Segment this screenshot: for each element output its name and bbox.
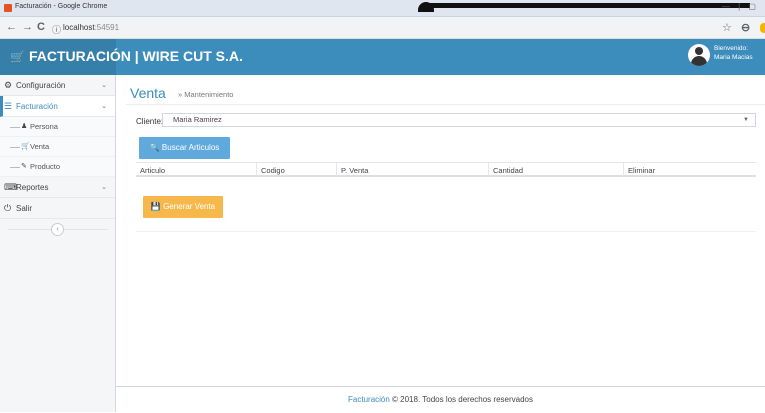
user-name: Maria Macias xyxy=(714,54,753,61)
bookmark-star-icon[interactable]: ☆ xyxy=(722,21,732,34)
browser-addressbar: ← → C ⓘ localhost:54591 ☆ ⊖ xyxy=(0,17,765,39)
sidebar-item-configuracion[interactable]: ⚙ Configuración ⌄ xyxy=(0,75,115,96)
main-content: Venta » Mantenimiento Cliente: Maria Ram… xyxy=(116,75,765,412)
search-articles-button[interactable]: 🔍 Buscar Articulos xyxy=(139,137,230,159)
sidebar: ⚙ Configuración ⌄ ☰ Facturación ⌄ ♟ Pers… xyxy=(0,75,116,412)
sidebar-item-label: Configuración xyxy=(16,81,66,90)
client-select-value: Maria Ramirez xyxy=(173,115,222,124)
edit-icon: ⌨ xyxy=(4,182,17,192)
browser-titlebar: Facturación - Google Chrome — | ▢ xyxy=(0,0,765,17)
sidebar-item-salir[interactable]: ⏻ Salir xyxy=(0,198,115,219)
list-icon: ☰ xyxy=(4,101,13,111)
generate-sale-button[interactable]: 💾 Generar Venta xyxy=(143,196,223,218)
welcome-label: Bienvenido: xyxy=(714,45,748,52)
cart-icon: 🛒 xyxy=(10,50,25,64)
extension-icon[interactable] xyxy=(760,23,765,33)
avatar-body-shape xyxy=(691,56,707,66)
form-divider xyxy=(136,231,756,232)
sidebar-subitem-label: Venta xyxy=(30,142,50,151)
profile-icon[interactable]: ⊖ xyxy=(741,21,750,34)
brand-logo[interactable]: 🛒 FACTURACIÓN | WIRE CUT S.A. xyxy=(10,48,243,64)
page-title: Venta xyxy=(130,85,166,101)
window-controls[interactable]: — | ▢ xyxy=(722,2,759,11)
chevron-down-icon: ⌄ xyxy=(101,184,107,191)
title-divider xyxy=(126,104,765,105)
pencil-icon: ✎ xyxy=(21,163,27,170)
generate-sale-label: Generar Venta xyxy=(163,202,216,211)
app-header: 🛒 FACTURACIÓN | WIRE CUT S.A. Bienvenido:… xyxy=(0,39,765,75)
caret-down-icon: ▼ xyxy=(743,117,749,123)
articles-table-header: Articulo Codigo P. Venta Cantidad Elimin… xyxy=(136,162,756,177)
column-header-cantidad: Cantidad xyxy=(493,166,524,175)
cart-icon: 🛒 xyxy=(21,143,30,150)
forward-icon[interactable]: → xyxy=(22,21,33,33)
save-icon: 💾 xyxy=(150,202,161,211)
sidebar-item-label: Salir xyxy=(16,204,33,213)
search-articles-label: Buscar Articulos xyxy=(161,143,220,152)
sidebar-subitem-producto[interactable]: ✎ Producto xyxy=(0,157,115,177)
user-avatar[interactable] xyxy=(688,44,710,66)
user-menu[interactable]: Bienvenido: Maria Macias xyxy=(714,44,753,62)
sidebar-subitem-label: Persona xyxy=(30,122,58,131)
window-title: Facturación - Google Chrome xyxy=(15,3,108,10)
user-icon: ♟ xyxy=(21,123,28,130)
sidebar-subitem-label: Producto xyxy=(30,162,61,171)
brand-title: FACTURACIÓN | WIRE CUT S.A. xyxy=(28,48,243,64)
gears-icon: ⚙ xyxy=(4,80,13,90)
client-label: Cliente: xyxy=(136,117,164,126)
column-header-p-venta: P. Venta xyxy=(341,166,369,175)
column-divider xyxy=(256,163,257,176)
column-header-eliminar: Eliminar xyxy=(628,166,656,175)
column-header-articulo: Articulo xyxy=(140,166,166,175)
column-divider xyxy=(336,163,337,176)
sidebar-item-reportes[interactable]: ⌨ Reportes ⌄ xyxy=(0,177,115,198)
back-icon[interactable]: ← xyxy=(6,21,17,33)
footer-brand-link[interactable]: Facturación xyxy=(348,395,390,404)
chevron-down-icon: ⌄ xyxy=(101,82,107,89)
column-divider xyxy=(623,163,624,176)
sidebar-collapse-button[interactable]: ‹ xyxy=(51,223,64,236)
url-field[interactable]: localhost:54591 xyxy=(63,23,119,32)
site-info-icon[interactable]: ⓘ xyxy=(52,23,61,36)
client-select[interactable]: Maria Ramirez ▼ xyxy=(162,113,756,127)
column-divider xyxy=(488,163,489,176)
search-icon: 🔍 xyxy=(149,143,160,152)
chevron-down-icon: ⌄ xyxy=(101,103,107,110)
page-subtitle: » Mantenimiento xyxy=(178,90,234,99)
power-icon: ⏻ xyxy=(4,203,12,213)
sidebar-subitem-persona[interactable]: ♟ Persona xyxy=(0,117,115,137)
url-port: :54591 xyxy=(94,23,120,32)
sidebar-item-label: Facturación xyxy=(16,102,58,111)
favicon-icon xyxy=(4,4,12,12)
sidebar-subitem-venta[interactable]: 🛒 Venta xyxy=(0,137,115,157)
sidebar-item-facturacion[interactable]: ☰ Facturación ⌄ xyxy=(0,96,115,117)
footer: Facturación © 2018. Todos los derechos r… xyxy=(116,386,765,412)
sidebar-item-label: Reportes xyxy=(16,183,49,192)
url-host: localhost xyxy=(63,23,95,32)
footer-text: © 2018. Todos los derechos reservados xyxy=(389,395,533,404)
reload-icon[interactable]: C xyxy=(37,21,45,33)
column-header-codigo: Codigo xyxy=(261,166,285,175)
dark-overlay-bar xyxy=(430,3,750,8)
avatar-head-shape xyxy=(695,47,703,55)
